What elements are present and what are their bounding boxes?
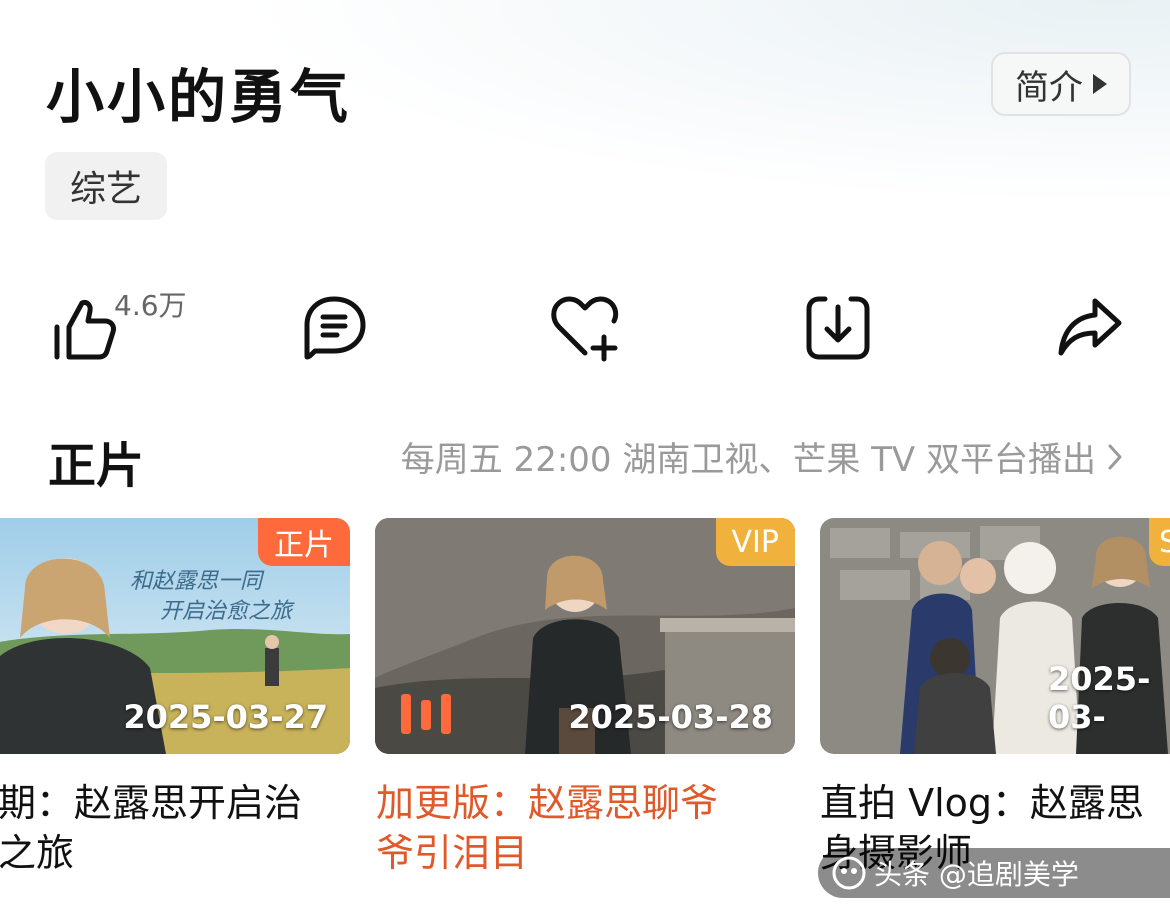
episode-badge: 正片: [258, 518, 350, 566]
episode-card[interactable]: S 2025-03-: [820, 518, 1170, 754]
episode-title-line: 直拍 Vlog：赵露思: [820, 781, 1145, 825]
episode-badge: S: [1148, 518, 1170, 566]
watermark-text: 头条 @追剧美学: [874, 858, 1079, 891]
episode-date: 2025-03-28: [568, 698, 773, 736]
share-button[interactable]: [1052, 288, 1128, 368]
episode-title[interactable]: 期：赵露思开启治 之旅: [0, 778, 358, 878]
download-icon: [806, 296, 870, 360]
episode-date: 2025-03-: [1048, 660, 1151, 736]
thumbs-up-icon: [54, 300, 116, 360]
episode-title-line: 爷引泪目: [376, 831, 529, 875]
like-count: 4.6万: [114, 289, 187, 322]
favorite-button[interactable]: [548, 288, 624, 368]
episode-title[interactable]: 加更版：赵露思聊爷 爷引泪目: [376, 778, 796, 878]
genre-tag[interactable]: 综艺: [45, 152, 167, 220]
episode-badge: VIP: [715, 518, 795, 566]
heart-plus-icon: [551, 296, 619, 362]
schedule-text: 每周五 22:00 湖南卫视、芒果 TV 双平台播出: [400, 440, 1096, 480]
episode-title-line: 加更版：赵露思聊爷: [376, 781, 719, 825]
episode-title-line: 之旅: [0, 831, 75, 875]
comment-button[interactable]: [296, 288, 372, 368]
share-icon: [1058, 298, 1122, 356]
like-button[interactable]: [46, 288, 122, 368]
poster-text-1: 和赵露思一同: [130, 569, 265, 594]
schedule-link[interactable]: 每周五 22:00 湖南卫视、芒果 TV 双平台播出: [401, 432, 1124, 481]
play-triangle-icon: [1093, 74, 1107, 94]
intro-label: 简介: [1015, 67, 1083, 108]
chevron-right-icon: [1108, 444, 1122, 469]
poster-text-2: 开启治愈之旅: [160, 599, 295, 624]
watermark: 头条 @追剧美学: [818, 848, 1170, 898]
watermark-logo-icon: [832, 856, 866, 890]
comment-icon: [304, 296, 366, 360]
show-title: 小小的勇气: [46, 63, 352, 131]
episode-card[interactable]: VIP 2025-03-28: [375, 518, 795, 754]
episode-card[interactable]: 和赵露思一同 开启治愈之旅 正片 2025-03-27: [0, 518, 350, 754]
episode-date: 2025-03-27: [123, 698, 328, 736]
episode-title-line: 期：赵露思开启治: [0, 781, 303, 825]
section-title: 正片: [48, 438, 145, 494]
download-button[interactable]: [800, 288, 876, 368]
intro-button[interactable]: 简介: [991, 52, 1131, 116]
